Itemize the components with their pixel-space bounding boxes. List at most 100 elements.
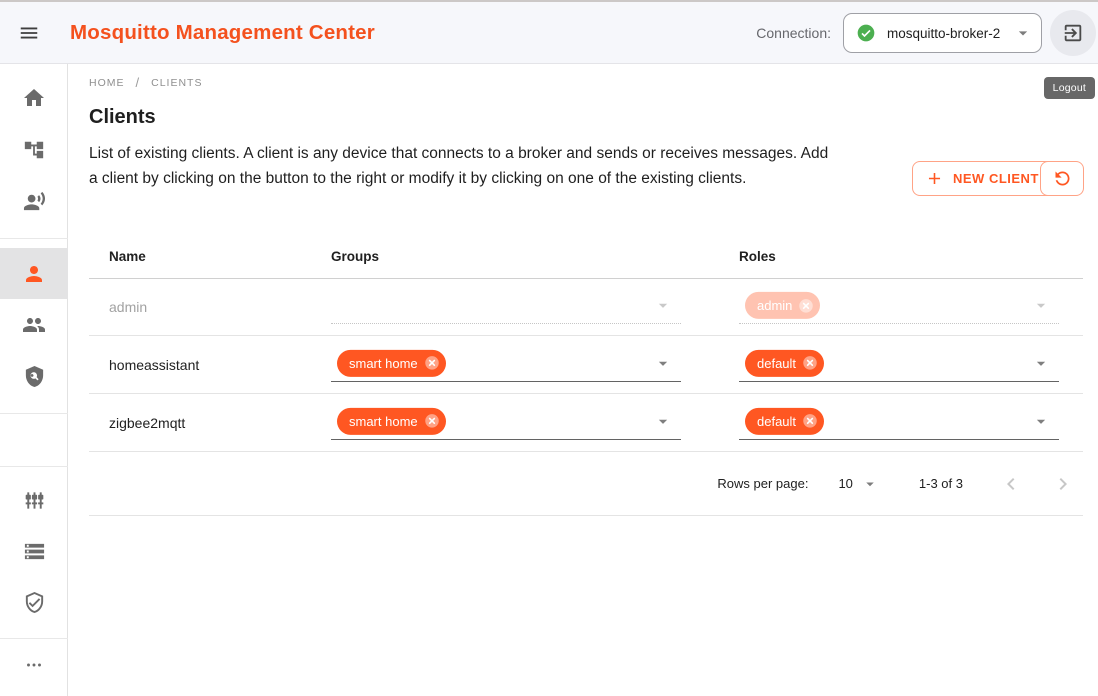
client-name: zigbee2mqtt: [109, 415, 185, 431]
connection-select[interactable]: mosquitto-broker-2: [843, 13, 1042, 53]
table-row[interactable]: zigbee2mqtt smart home default: [89, 394, 1083, 452]
role-chip: admin: [745, 292, 820, 319]
sidebar-divider: [0, 638, 68, 639]
sidebar-item-home[interactable]: [0, 74, 68, 122]
sidebar-item-clients[interactable]: [0, 248, 68, 299]
chip-delete-icon[interactable]: [423, 412, 441, 430]
check-circle-icon: [856, 23, 876, 43]
logout-button[interactable]: [1050, 10, 1096, 56]
connection-value: mosquitto-broker-2: [887, 26, 1000, 41]
tune-icon: [23, 489, 46, 512]
client-name: admin: [109, 299, 147, 315]
roles-select[interactable]: admin: [739, 279, 1059, 335]
sidebar-item-logs[interactable]: [0, 527, 68, 575]
select-underline: [739, 381, 1059, 382]
app-header: Mosquitto Management Center Connection: …: [0, 2, 1098, 64]
sidebar: [0, 64, 68, 696]
select-underline: [331, 323, 681, 324]
clients-table: Name Groups Roles admin admin homeassist…: [89, 240, 1083, 516]
column-header-groups: Groups: [331, 249, 379, 264]
table-row[interactable]: admin admin: [89, 279, 1083, 336]
sidebar-divider: [0, 413, 68, 414]
pagination-range: 1-3 of 3: [919, 476, 963, 491]
next-page-button[interactable]: [1049, 470, 1077, 498]
refresh-button[interactable]: [1040, 161, 1084, 196]
chevron-down-icon: [653, 295, 673, 315]
roles-select[interactable]: default: [739, 336, 1059, 393]
connection-label: Connection:: [756, 25, 831, 41]
breadcrumb-separator: /: [136, 75, 141, 90]
breadcrumb-clients: CLIENTS: [151, 77, 202, 89]
sidebar-divider: [0, 238, 68, 239]
groups-select[interactable]: smart home: [331, 336, 681, 393]
chip-delete-icon[interactable]: [801, 354, 819, 372]
chip-label: default: [757, 355, 796, 370]
sidebar-item-groups[interactable]: [0, 301, 68, 349]
page-title: Clients: [89, 106, 156, 129]
table-pagination: Rows per page: 10 1-3 of 3: [89, 452, 1083, 516]
groups-select[interactable]: smart home: [331, 394, 681, 451]
person-icon: [22, 262, 46, 286]
chevron-down-icon: [1013, 23, 1033, 43]
column-header-name: Name: [109, 249, 146, 264]
sidebar-divider: [0, 466, 68, 467]
chevron-down-icon: [861, 475, 879, 493]
column-header-roles: Roles: [739, 249, 776, 264]
role-chip[interactable]: default: [745, 407, 824, 434]
refresh-icon: [1052, 168, 1073, 189]
chip-delete-icon[interactable]: [801, 412, 819, 430]
select-underline: [739, 439, 1059, 440]
table-header-row: Name Groups Roles: [89, 240, 1083, 279]
sidebar-item-more[interactable]: [0, 641, 68, 689]
policy-icon: [23, 365, 46, 388]
chip-delete-icon[interactable]: [423, 354, 441, 372]
breadcrumb-home[interactable]: HOME: [89, 77, 125, 89]
page-description: List of existing clients. A client is an…: [89, 141, 837, 191]
chevron-down-icon: [1031, 411, 1051, 431]
sidebar-item-listeners[interactable]: [0, 177, 68, 225]
sidebar-item-roles[interactable]: [0, 352, 68, 400]
sidebar-item-security[interactable]: [0, 578, 68, 626]
storage-icon: [23, 540, 46, 563]
group-chip[interactable]: smart home: [337, 349, 446, 376]
record-voice-icon: [23, 190, 46, 213]
select-underline: [739, 323, 1059, 324]
table-row[interactable]: homeassistant smart home default: [89, 336, 1083, 394]
select-underline: [331, 439, 681, 440]
new-client-label: NEW CLIENT: [953, 171, 1039, 186]
chevron-down-icon: [653, 411, 673, 431]
role-chip[interactable]: default: [745, 349, 824, 376]
new-client-button[interactable]: NEW CLIENT: [912, 161, 1056, 196]
chevron-down-icon: [653, 353, 673, 373]
exit-to-app-icon: [1062, 22, 1084, 44]
previous-page-button[interactable]: [997, 470, 1025, 498]
plus-icon: [925, 169, 944, 188]
topology-icon: [23, 139, 45, 161]
sidebar-item-topology[interactable]: [0, 126, 68, 174]
chevron-down-icon: [1031, 295, 1051, 315]
menu-button[interactable]: [9, 13, 49, 53]
chip-label: default: [757, 413, 796, 428]
logout-tooltip: Logout: [1044, 77, 1095, 99]
rows-per-page-value: 10: [838, 476, 852, 491]
client-name: homeassistant: [109, 357, 199, 373]
chip-label: admin: [757, 298, 792, 313]
chip-label: smart home: [349, 413, 418, 428]
breadcrumb: HOME / CLIENTS: [89, 75, 202, 90]
home-icon: [22, 86, 46, 110]
chevron-down-icon: [1031, 353, 1051, 373]
hamburger-icon: [18, 22, 40, 44]
verified-user-icon: [23, 591, 46, 614]
main-content: HOME / CLIENTS Clients List of existing …: [69, 64, 1098, 696]
page-title-app: Mosquitto Management Center: [70, 2, 375, 64]
more-horiz-icon: [23, 654, 45, 676]
groups-select[interactable]: [331, 279, 681, 335]
roles-select[interactable]: default: [739, 394, 1059, 451]
select-underline: [331, 381, 681, 382]
rows-per-page-label: Rows per page:: [717, 476, 808, 491]
group-chip[interactable]: smart home: [337, 407, 446, 434]
people-icon: [22, 313, 46, 337]
rows-per-page-select[interactable]: 10: [838, 475, 878, 493]
chip-delete-icon: [797, 296, 815, 314]
sidebar-item-settings[interactable]: [0, 476, 68, 524]
